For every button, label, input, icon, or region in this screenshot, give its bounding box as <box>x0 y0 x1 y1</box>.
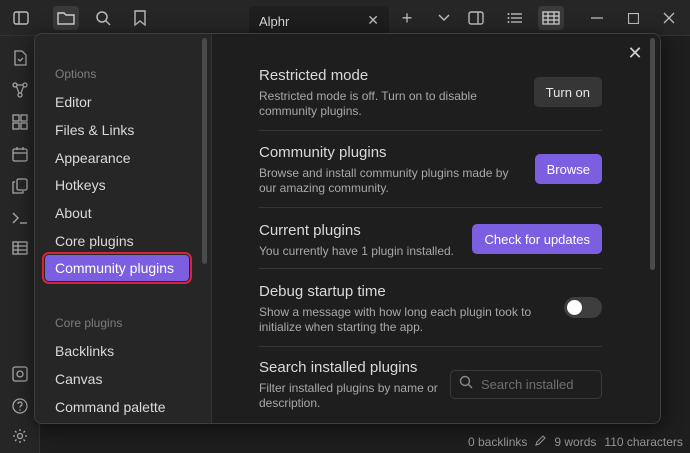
sidebar-item-canvas[interactable]: Canvas <box>45 366 189 392</box>
check-for-updates-button[interactable]: Check for updates <box>472 224 602 254</box>
sidebar-item-appearance[interactable]: Appearance <box>45 145 189 171</box>
sidebar-toggle-icon[interactable] <box>8 6 34 30</box>
new-tab-icon[interactable]: + <box>394 6 420 30</box>
setting-name: Debug startup time <box>259 283 386 300</box>
setting-current-plugins: Current plugins You currently have 1 plu… <box>259 222 602 269</box>
window-close-icon[interactable] <box>656 6 682 30</box>
character-count: 110 characters <box>604 435 683 449</box>
open-quick-switcher-icon[interactable] <box>7 46 33 70</box>
table-view-icon[interactable] <box>7 236 33 260</box>
calendar-icon[interactable] <box>7 142 33 166</box>
settings-modal: Options Editor Files & Links Appearance … <box>34 33 661 424</box>
core-plugins-heading: Core plugins <box>55 316 123 330</box>
browse-button[interactable]: Browse <box>534 154 602 184</box>
settings-sidebar: Options Editor Files & Links Appearance … <box>35 34 212 423</box>
search-installed-field[interactable] <box>450 370 602 399</box>
chevron-down-icon[interactable] <box>431 6 457 30</box>
sidebar-scrollbar[interactable] <box>202 38 207 264</box>
status-bar: 0 backlinks 9 words 110 characters <box>460 431 690 453</box>
tab-title: Alphr <box>259 13 290 29</box>
setting-debug-startup-time: Debug startup time Show a message with h… <box>259 283 602 347</box>
sidebar-item-core-plugins[interactable]: Core plugins <box>45 228 189 254</box>
setting-restricted-mode: Restricted mode Restricted mode is off. … <box>259 67 602 131</box>
sidebar-item-about[interactable]: About <box>45 200 189 226</box>
turn-on-button[interactable]: Turn on <box>533 77 602 107</box>
canvas-icon[interactable] <box>7 110 33 134</box>
setting-description: Restricted mode is off. Turn on to disab… <box>259 89 477 118</box>
right-sidebar-icon[interactable] <box>463 6 489 30</box>
list-icon[interactable] <box>502 6 528 30</box>
folder-icon[interactable] <box>53 6 79 30</box>
graph-view-icon[interactable] <box>7 78 33 102</box>
sidebar-item-files-links[interactable]: Files & Links <box>45 117 189 143</box>
tab-close-icon[interactable]: ✕ <box>367 12 379 29</box>
setting-description: Show a message with how long each plugin… <box>259 305 532 334</box>
sidebar-item-editor[interactable]: Editor <box>45 89 189 115</box>
setting-search-installed-plugins: Search installed plugins Filter installe… <box>259 359 602 423</box>
sidebar-item-community-plugins[interactable]: Community plugins <box>42 252 192 284</box>
setting-community-plugins: Community plugins Browse and install com… <box>259 144 602 208</box>
sidebar-item-command-palette[interactable]: Command palette <box>45 394 189 420</box>
toggle-knob <box>567 300 582 315</box>
content-scrollbar[interactable] <box>650 38 655 270</box>
word-count: 9 words <box>554 435 597 449</box>
table-icon[interactable] <box>538 6 564 30</box>
title-bar: Alphr ✕ + <box>0 0 690 36</box>
tab-alphr[interactable]: Alphr ✕ <box>249 6 389 36</box>
settings-content: Restricted mode Restricted mode is off. … <box>259 34 602 423</box>
sidebar-item-hotkeys[interactable]: Hotkeys <box>45 172 189 198</box>
debug-startup-toggle[interactable] <box>564 297 602 318</box>
setting-description: Filter installed plugins by name or desc… <box>259 381 438 410</box>
terminal-icon[interactable] <box>7 206 33 230</box>
options-heading: Options <box>55 67 97 81</box>
minimize-icon[interactable] <box>584 6 610 30</box>
search-installed-input[interactable] <box>481 377 591 392</box>
help-icon[interactable] <box>7 394 33 418</box>
vault-icon[interactable] <box>7 362 33 386</box>
copy-icon[interactable] <box>7 174 33 198</box>
pencil-icon[interactable] <box>535 435 547 449</box>
search-icon[interactable] <box>90 6 116 30</box>
search-icon <box>459 375 473 394</box>
bookmark-icon[interactable] <box>127 6 153 30</box>
maximize-icon[interactable] <box>620 6 646 30</box>
settings-gear-icon[interactable] <box>7 424 33 448</box>
setting-description: Browse and install community plugins mad… <box>259 166 509 195</box>
sidebar-item-backlinks[interactable]: Backlinks <box>45 338 189 364</box>
modal-close-icon[interactable]: ✕ <box>625 43 645 63</box>
backlinks-count[interactable]: 0 backlinks <box>468 435 527 449</box>
